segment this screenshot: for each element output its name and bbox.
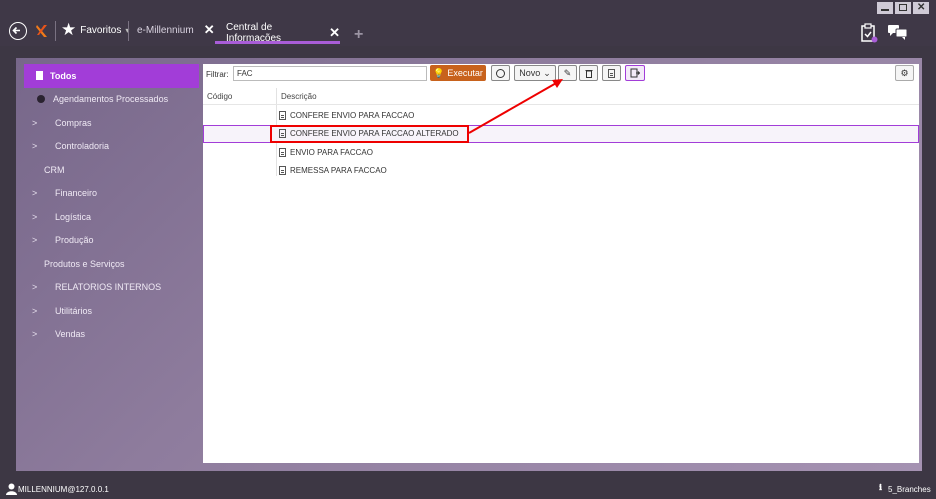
new-dropdown-button[interactable]: Novo ⌄ — [514, 65, 556, 81]
sidebar-item-agendamentos[interactable]: Agendamentos Processados — [24, 88, 199, 112]
separator — [55, 21, 56, 41]
chevron-right-icon: > — [32, 188, 38, 199]
connection-status: MILLENNIUM@127.0.0.1 — [18, 485, 109, 494]
favorites-menu[interactable]: ★ Favoritos ▾ — [61, 20, 129, 39]
table-row[interactable]: CONFERE ENVIO PARA FACCAO — [203, 107, 919, 125]
sidebar-item-crm[interactable]: CRM — [24, 158, 199, 182]
tab-e-millennium[interactable]: e-Millennium ✕ — [137, 22, 215, 38]
tab-central-informacoes[interactable]: Central de Informações ✕ — [215, 20, 340, 44]
document-icon — [608, 68, 615, 78]
title-bar: ★ Favoritos ▾ e-Millennium ✕ Central de … — [0, 0, 936, 46]
filter-label: Filtrar: — [206, 70, 229, 79]
user-icon — [6, 483, 17, 495]
close-window-button[interactable]: ✕ — [913, 2, 929, 14]
column-header-code[interactable]: Código — [207, 92, 232, 101]
sidebar-item-compras[interactable]: > Compras — [24, 111, 199, 135]
settings-button[interactable]: ⚙ — [895, 65, 914, 81]
new-label: Novo — [519, 68, 541, 78]
chevron-down-icon: ⌄ — [543, 67, 551, 78]
document-icon — [279, 111, 286, 120]
row-description: ENVIO PARA FACCAO — [290, 148, 373, 157]
import-button[interactable] — [625, 65, 645, 81]
close-icon[interactable]: ✕ — [204, 22, 215, 38]
clock-icon — [496, 68, 505, 78]
sidebar-item-label: Produtos e Serviços — [44, 258, 125, 269]
clock-icon — [37, 94, 45, 103]
row-description: REMESSA PARA FACCAO — [290, 166, 387, 175]
close-icon[interactable]: ✕ — [329, 25, 340, 41]
chevron-right-icon: > — [32, 141, 38, 152]
minimize-button[interactable] — [877, 2, 893, 14]
chevron-right-icon: > — [32, 235, 38, 246]
gear-icon: ⚙ — [900, 67, 909, 78]
sidebar-item-label: Vendas — [55, 329, 86, 340]
header-divider — [203, 104, 919, 105]
sidebar-item-utilitarios[interactable]: > Utilitários — [24, 299, 199, 323]
sidebar-item-logistica[interactable]: > Logística — [24, 205, 199, 229]
chevron-right-icon: > — [32, 305, 38, 316]
sidebar-item-label: Produção — [55, 235, 94, 246]
active-tab-indicator — [215, 41, 340, 44]
pencil-icon: ✎ — [563, 67, 572, 78]
chevron-right-icon: > — [32, 329, 38, 340]
add-tab-icon[interactable]: + — [354, 26, 363, 44]
info-icon: ℹ — [879, 483, 883, 492]
sidebar-item-label: Todos — [50, 70, 77, 81]
execute-label: Executar — [447, 68, 483, 78]
lightbulb-icon: 💡 — [433, 67, 445, 78]
branches-status: 5_Branches — [888, 485, 931, 494]
sidebar-item-controladoria[interactable]: > Controladoria — [24, 135, 199, 159]
sidebar-item-label: RELATORIOS INTERNOS — [55, 282, 162, 293]
tab-label: e-Millennium — [137, 24, 194, 36]
export-button[interactable] — [602, 65, 621, 81]
sidebar-item-vendas[interactable]: > Vendas — [24, 323, 199, 347]
sidebar-item-label: Controladoria — [55, 141, 110, 152]
clipboard-check-icon[interactable] — [860, 23, 878, 43]
table-row[interactable]: ENVIO PARA FACCAO — [203, 144, 919, 162]
execute-button[interactable]: 💡 Executar — [430, 65, 486, 81]
millennium-logo-icon — [36, 25, 47, 37]
sidebar-item-relatorios-internos[interactable]: > RELATORIOS INTERNOS — [24, 276, 199, 300]
chevron-right-icon: > — [32, 211, 38, 222]
filter-input[interactable] — [233, 66, 427, 81]
status-bar: MILLENNIUM@127.0.0.1 ℹ 5_Branches — [0, 479, 936, 499]
separator — [128, 21, 129, 41]
document-icon — [279, 148, 286, 157]
annotation-highlight-box — [270, 125, 469, 143]
sidebar: Todos Agendamentos Processados > Compras… — [24, 64, 199, 346]
star-icon: ★ — [61, 20, 77, 39]
sidebar-item-label: Financeiro — [55, 188, 98, 199]
document-icon — [279, 166, 286, 175]
content-area: Filtrar: 💡 Executar Novo ⌄ ✎ ⚙ Código De… — [203, 64, 919, 463]
back-icon[interactable] — [9, 22, 27, 40]
column-header-description[interactable]: Descrição — [281, 92, 317, 101]
row-description: CONFERE ENVIO PARA FACCAO — [290, 111, 415, 120]
favorites-label: Favoritos — [80, 24, 122, 36]
sidebar-item-label: Compras — [55, 117, 92, 128]
chevron-right-icon: > — [32, 117, 38, 128]
sidebar-item-financeiro[interactable]: > Financeiro — [24, 182, 199, 206]
maximize-button[interactable] — [895, 2, 911, 14]
chevron-right-icon: > — [32, 282, 38, 293]
history-button[interactable] — [491, 65, 510, 81]
sidebar-item-producao[interactable]: > Produção — [24, 229, 199, 253]
table-row[interactable]: REMESSA PARA FACCAO — [203, 162, 919, 180]
edit-button[interactable]: ✎ — [558, 65, 577, 81]
sidebar-item-label: Logística — [55, 211, 92, 222]
sidebar-item-label: CRM — [44, 164, 65, 175]
delete-button[interactable] — [579, 65, 598, 81]
sidebar-item-label: Agendamentos Processados — [53, 94, 169, 105]
document-add-icon — [630, 68, 640, 78]
sidebar-item-produtos-servicos[interactable]: Produtos e Serviços — [24, 252, 199, 276]
document-icon — [36, 71, 43, 80]
sidebar-item-todos[interactable]: Todos — [24, 64, 199, 88]
chat-icon[interactable] — [887, 23, 909, 41]
sidebar-item-label: Utilitários — [55, 305, 93, 316]
trash-icon — [585, 69, 592, 78]
